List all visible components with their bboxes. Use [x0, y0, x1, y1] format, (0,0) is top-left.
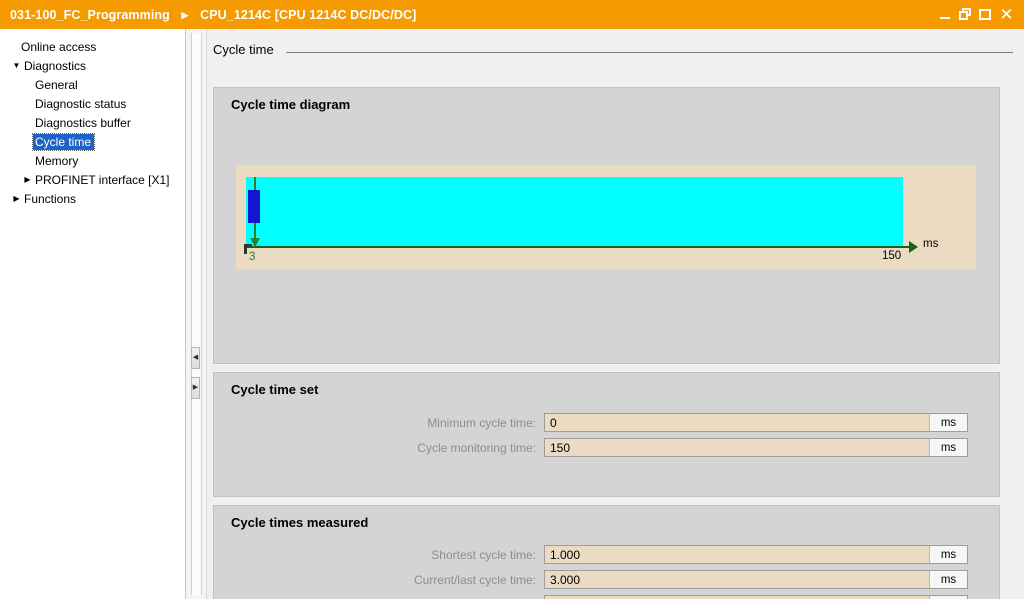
- sidebar-item-label: Diagnostics: [24, 58, 87, 73]
- minimum-cycle-time-field[interactable]: 0 ms: [544, 413, 968, 432]
- shortest-cycle-time-label: Shortest cycle time:: [431, 547, 536, 562]
- maximize-icon[interactable]: [979, 8, 992, 21]
- header-divider: [285, 52, 1013, 53]
- breadcrumb-device[interactable]: CPU_1214C [CPU 1214C DC/DC/DC]: [200, 8, 416, 22]
- section-title-set: Cycle time set: [231, 382, 319, 397]
- sidebar-item-label: Cycle time: [31, 132, 96, 151]
- breadcrumb-project[interactable]: 031-100_FC_Programming: [10, 8, 170, 22]
- cycle-monitoring-time-field[interactable]: 150 ms: [544, 438, 968, 457]
- sidebar-item-label: Memory: [35, 153, 79, 168]
- sidebar-item-cycle-time[interactable]: Cycle time: [0, 132, 185, 151]
- cycle-time-chart[interactable]: ms 3 150: [236, 165, 976, 269]
- current-cycle-marker-box: [248, 190, 260, 223]
- sidebar-item-label: PROFINET interface [X1]: [35, 172, 170, 187]
- section-title-measured: Cycle times measured: [231, 515, 369, 530]
- chart-x-axis: [246, 246, 911, 248]
- longest-cycle-time-field[interactable]: 3.000 ms: [544, 595, 968, 599]
- sidebar-item-label: Diagnostics buffer: [35, 115, 131, 130]
- field-row: Shortest cycle time: 1.000 ms: [214, 545, 999, 564]
- splitter-collapse-left-button[interactable]: ◀: [191, 347, 200, 369]
- cycle-times-measured-fields: Shortest cycle time: 1.000 ms Current/la…: [214, 530, 999, 599]
- window-controls: ✕: [939, 6, 1020, 23]
- shortest-cycle-time-unit: ms: [929, 546, 967, 563]
- page-title: Cycle time: [213, 42, 274, 57]
- sidebar-item-label: Online access: [21, 39, 97, 54]
- cycle-time-diagram-group: Cycle time diagram ms 3 150: [213, 87, 1000, 364]
- cycle-times-measured-group: Cycle times measured Shortest cycle time…: [213, 505, 1000, 599]
- minimum-cycle-time-unit: ms: [929, 414, 967, 431]
- sidebar-item-diagnostics-buffer[interactable]: Diagnostics buffer: [0, 113, 185, 132]
- minimum-cycle-time-value[interactable]: 0: [545, 416, 929, 430]
- sidebar-item-diagnostic-status[interactable]: Diagnostic status: [0, 94, 185, 113]
- field-row: Current/last cycle time: 3.000 ms: [214, 570, 999, 589]
- navigation-tree: Online access ▼ Diagnostics General Diag…: [0, 29, 186, 599]
- sidebar-item-general[interactable]: General: [0, 75, 185, 94]
- cycle-monitoring-time-label: Cycle monitoring time:: [417, 440, 536, 455]
- window-title-bar: 031-100_FC_Programming ▶ CPU_1214C [CPU …: [0, 0, 1024, 29]
- cycle-monitoring-time-value[interactable]: 150: [545, 441, 929, 455]
- main-content: Cycle time Cycle time diagram ms 3 150 C…: [207, 29, 1024, 599]
- breadcrumb: 031-100_FC_Programming ▶ CPU_1214C [CPU …: [10, 8, 416, 22]
- minimize-icon[interactable]: [939, 8, 952, 21]
- sidebar-item-profinet-interface[interactable]: ▶ PROFINET interface [X1]: [0, 170, 185, 189]
- axis-arrow-icon: [909, 241, 918, 253]
- sidebar-item-memory[interactable]: Memory: [0, 151, 185, 170]
- restore-icon[interactable]: [959, 8, 972, 21]
- current-last-cycle-time-unit: ms: [929, 571, 967, 588]
- field-row: Longest cycle time: 3.000 ms: [214, 595, 999, 599]
- field-row: Cycle monitoring time: 150 ms: [214, 438, 999, 457]
- breadcrumb-separator-icon: ▶: [181, 9, 189, 20]
- sidebar-item-functions[interactable]: ▶ Functions: [0, 189, 185, 208]
- field-row: Minimum cycle time: 0 ms: [214, 413, 999, 432]
- close-icon[interactable]: ✕: [999, 6, 1014, 23]
- sidebar-item-online-access[interactable]: Online access: [0, 37, 185, 56]
- monitoring-range-bar: [246, 177, 903, 246]
- axis-max-label: 150: [882, 250, 902, 262]
- sidebar-item-label: Diagnostic status: [35, 96, 127, 111]
- sidebar-item-label: Functions: [24, 191, 77, 206]
- chevron-right-icon[interactable]: ▶: [11, 189, 22, 208]
- axis-min-label: 3: [249, 251, 256, 263]
- chart-plot-area: ms 3 150: [236, 165, 976, 269]
- splitter-collapse-right-button[interactable]: ▶: [191, 377, 200, 399]
- cycle-monitoring-time-unit: ms: [929, 439, 967, 456]
- panel-splitter[interactable]: ◀ ▶: [186, 29, 207, 599]
- cycle-time-set-group: Cycle time set Minimum cycle time: 0 ms …: [213, 372, 1000, 497]
- sidebar-item-label: General: [35, 77, 78, 92]
- cycle-time-set-fields: Minimum cycle time: 0 ms Cycle monitorin…: [214, 397, 999, 457]
- sidebar-item-diagnostics[interactable]: ▼ Diagnostics: [0, 56, 185, 75]
- shortest-cycle-time-value: 1.000: [550, 547, 581, 562]
- current-last-cycle-time-field[interactable]: 3.000 ms: [544, 570, 968, 589]
- current-last-cycle-time-value: 3.000: [550, 572, 581, 587]
- current-last-cycle-time-label: Current/last cycle time:: [413, 572, 536, 587]
- section-title-diagram: Cycle time diagram: [231, 97, 351, 112]
- page-header: Cycle time: [213, 42, 1013, 57]
- axis-origin-tick-cap: [244, 244, 252, 246]
- minimum-cycle-time-label: Minimum cycle time:: [427, 415, 536, 430]
- shortest-cycle-time-field[interactable]: 1.000 ms: [544, 545, 968, 564]
- workspace: Online access ▼ Diagnostics General Diag…: [0, 29, 1024, 599]
- splitter-track[interactable]: [191, 33, 202, 595]
- axis-unit-label: ms: [923, 238, 939, 250]
- chevron-right-icon[interactable]: ▶: [22, 170, 33, 189]
- chevron-down-icon[interactable]: ▼: [11, 56, 22, 75]
